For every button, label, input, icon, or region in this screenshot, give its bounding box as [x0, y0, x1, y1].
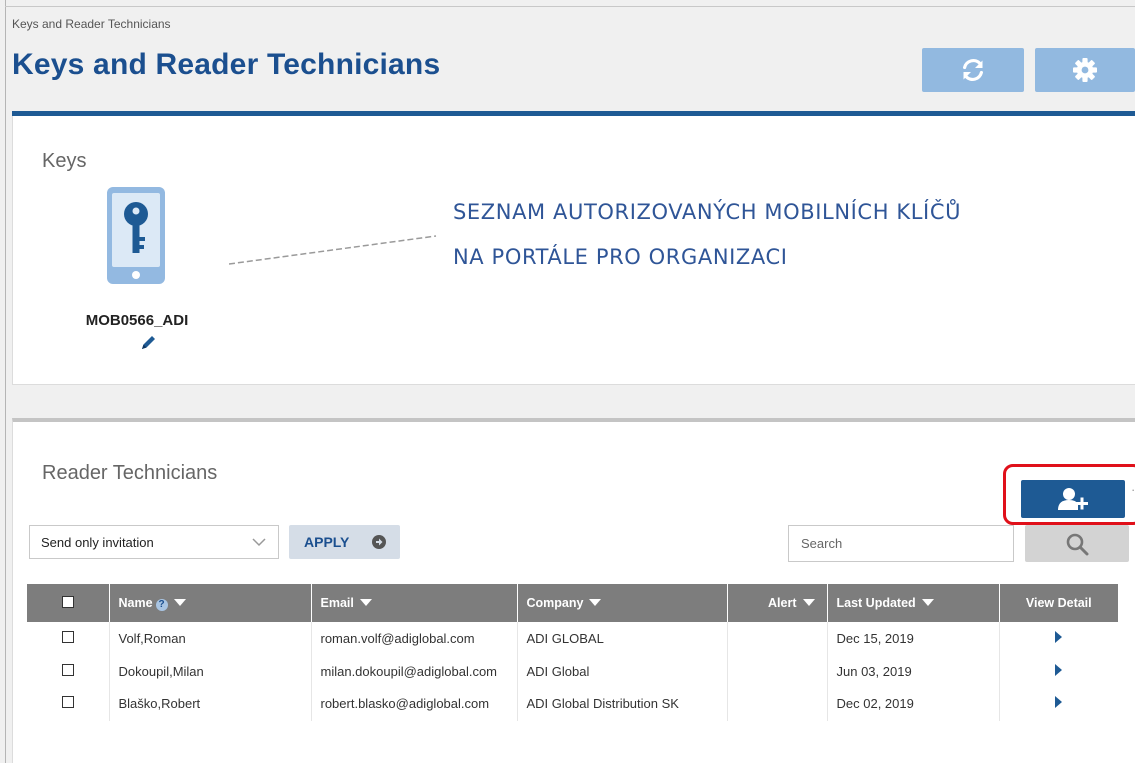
row-checkbox[interactable]	[61, 663, 74, 676]
column-header-view-detail: View Detail	[1025, 596, 1092, 610]
view-detail-arrow-icon[interactable]	[1055, 630, 1063, 643]
reader-technicians-panel: Reader Technicians · Send only invitatio…	[12, 418, 1135, 763]
edit-pencil-icon[interactable]	[141, 334, 157, 355]
cell-alert	[727, 655, 828, 687]
annotation-line-2: NA PORTÁLE PRO ORGANIZACI	[453, 245, 788, 269]
sort-caret-icon	[173, 598, 186, 606]
cell-name: Blaško,Robert	[109, 687, 312, 720]
overflow-mark: ·	[1131, 482, 1135, 497]
apply-label: APPLY	[304, 534, 350, 550]
table-row: Dokoupil,Milan milan.dokoupil@adiglobal.…	[27, 655, 1118, 687]
refresh-button[interactable]	[922, 48, 1024, 92]
sort-caret-icon	[921, 599, 934, 606]
breadcrumb[interactable]: Keys and Reader Technicians	[12, 17, 171, 31]
apply-button[interactable]: APPLY	[289, 525, 400, 559]
sort-caret-icon	[359, 599, 372, 606]
column-header-alert[interactable]: Alert	[727, 584, 828, 622]
table-row: Blaško,Robert robert.blasko@adiglobal.co…	[27, 687, 1118, 720]
top-border	[5, 6, 1135, 7]
search-input[interactable]	[788, 525, 1014, 562]
add-user-icon	[1058, 488, 1088, 510]
keys-title: Keys	[42, 150, 87, 172]
gear-icon	[1073, 58, 1097, 82]
sort-caret-icon	[589, 599, 602, 606]
page-title: Keys and Reader Technicians	[12, 48, 441, 81]
table-header-row: Name? Email Company Alert Last Updated V…	[27, 584, 1118, 622]
bulk-action-value: Send only invitation	[41, 534, 154, 550]
cell-company: ADI Global	[517, 655, 728, 687]
column-header-company[interactable]: Company	[517, 584, 728, 622]
add-technician-button[interactable]	[1021, 480, 1125, 518]
view-detail-arrow-icon[interactable]	[1055, 696, 1063, 708]
left-border	[5, 0, 6, 763]
sort-caret-icon	[802, 599, 815, 606]
reader-technicians-title: Reader Technicians	[42, 462, 218, 484]
mobile-key-icon[interactable]	[107, 187, 165, 284]
select-all-checkbox[interactable]	[61, 595, 74, 608]
chevron-down-icon	[252, 538, 266, 547]
cell-last-updated: Dec 15, 2019	[827, 622, 1000, 655]
search-icon	[1066, 533, 1089, 555]
cell-company: ADI GLOBAL	[517, 622, 728, 655]
cell-name: Volf,Roman	[109, 622, 312, 655]
row-checkbox[interactable]	[61, 630, 74, 643]
select-all-header	[27, 584, 110, 622]
view-detail-arrow-icon[interactable]	[1055, 663, 1063, 676]
row-checkbox[interactable]	[61, 696, 74, 708]
cell-email: robert.blasko@adiglobal.com	[311, 687, 518, 720]
refresh-icon	[963, 58, 983, 82]
key-icon	[124, 202, 148, 253]
cell-last-updated: Dec 02, 2019	[827, 687, 1000, 720]
bulk-action-select[interactable]: Send only invitation	[29, 525, 279, 559]
annotation-line-1: SEZNAM AUTORIZOVANÝCH MOBILNÍCH KLÍČŮ	[453, 200, 962, 224]
cell-email: roman.volf@adiglobal.com	[311, 622, 518, 655]
arrow-right-circle-icon	[372, 535, 386, 549]
cell-alert	[727, 622, 828, 655]
cell-company: ADI Global Distribution SK	[517, 687, 728, 720]
table-row: Volf,Roman roman.volf@adiglobal.com ADI …	[27, 622, 1118, 655]
technicians-table: Name? Email Company Alert Last Updated V…	[27, 584, 1118, 721]
column-header-last-updated[interactable]: Last Updated	[827, 584, 1000, 622]
help-icon[interactable]: ?	[155, 598, 168, 611]
cell-last-updated: Jun 03, 2019	[827, 655, 1000, 687]
annotation-connector	[229, 235, 437, 265]
settings-button[interactable]	[1035, 48, 1135, 92]
cell-email: milan.dokoupil@adiglobal.com	[311, 655, 518, 687]
keys-panel: Keys MOB0566_ADI SEZNAM AUTORIZOVANÝCH M…	[12, 116, 1135, 385]
cell-alert	[727, 687, 828, 720]
cell-name: Dokoupil,Milan	[109, 655, 312, 687]
column-header-name[interactable]: Name?	[109, 584, 312, 622]
key-name: MOB0566_ADI	[85, 312, 189, 329]
search-button[interactable]	[1025, 525, 1129, 562]
column-header-email[interactable]: Email	[311, 584, 518, 622]
